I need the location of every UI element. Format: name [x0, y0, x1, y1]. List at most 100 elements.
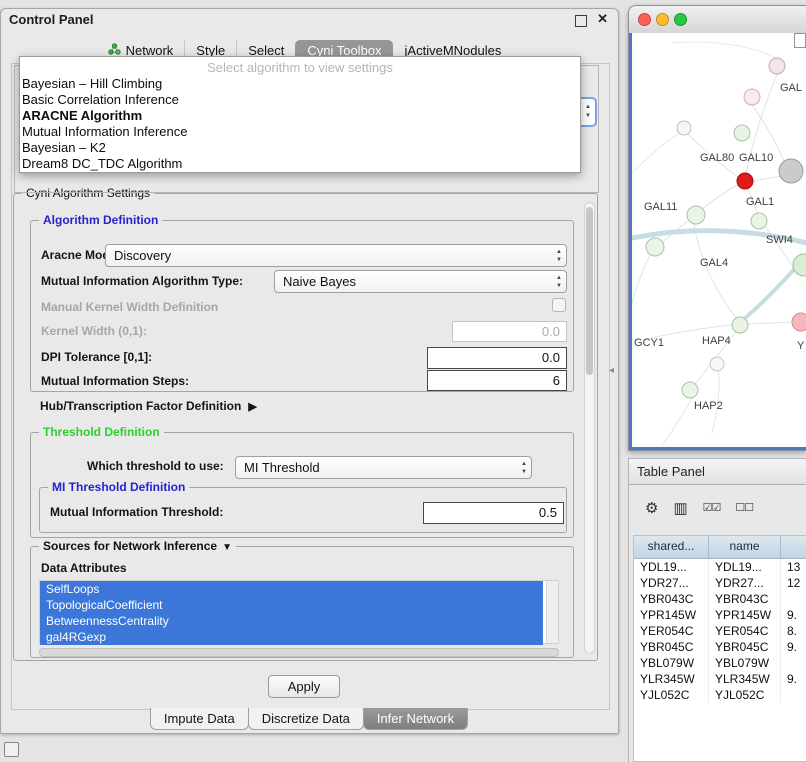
table-cell: YBR045C — [634, 639, 708, 655]
table-row[interactable]: YDR27...YDR27...12 — [634, 575, 806, 591]
table-cell: YPR145W — [708, 607, 780, 623]
attribute-list-item[interactable]: gal4RGexp — [40, 629, 543, 645]
network-edge[interactable] — [662, 398, 692, 445]
network-edge[interactable] — [748, 322, 793, 324]
table-row[interactable]: YBR043CYBR043C — [634, 591, 806, 607]
table-cell — [780, 687, 806, 703]
network-node[interactable] — [710, 357, 724, 371]
which-threshold-select[interactable]: MI Threshold ▲▼ — [235, 456, 532, 479]
node-table: shared...name YDL19...YDL19...13YDR27...… — [633, 535, 806, 762]
network-node-label: GAL10 — [739, 152, 773, 164]
dpi-tolerance-input[interactable]: 0.0 — [427, 347, 567, 369]
attribute-list-scrollbar[interactable] — [546, 581, 558, 643]
splitter-handle-icon[interactable]: ◂ — [609, 365, 614, 376]
network-node[interactable] — [732, 317, 748, 333]
columns-icon[interactable]: ▥ — [673, 501, 687, 516]
stepper-arrows-icon: ▲▼ — [585, 103, 591, 121]
network-edge[interactable] — [632, 255, 650, 303]
network-edge[interactable] — [632, 133, 680, 173]
network-node[interactable] — [682, 382, 698, 398]
network-edge[interactable] — [753, 176, 782, 181]
table-row[interactable]: YLR345WYLR345W9. — [634, 671, 806, 687]
network-node[interactable] — [646, 238, 664, 256]
scrollbar-thumb[interactable] — [586, 207, 593, 375]
attribute-list-item[interactable]: TopologicalCoefficient — [40, 597, 543, 613]
network-edge[interactable] — [702, 185, 738, 209]
aracne-mode-select[interactable]: Discovery ▲▼ — [105, 244, 567, 267]
table-row[interactable]: YDL19...YDL19...13 — [634, 559, 806, 575]
mi-type-value: Naive Bayes — [283, 271, 356, 292]
kernel-width-input[interactable]: 0.0 — [452, 321, 567, 342]
network-node[interactable] — [737, 173, 753, 189]
attribute-list-item[interactable]: BetweennessCentrality — [40, 613, 543, 629]
apply-button[interactable]: Apply — [268, 675, 340, 698]
network-edge[interactable] — [694, 224, 736, 318]
column-header[interactable]: name — [708, 536, 780, 558]
dropdown-item[interactable]: Mutual Information Inference — [20, 124, 580, 140]
dropdown-item[interactable]: Basic Correlation Inference — [20, 92, 580, 108]
bottom-tab-infer-network[interactable]: Infer Network — [363, 708, 468, 730]
mac-close-button[interactable] — [638, 13, 651, 26]
manual-kernel-checkbox[interactable] — [552, 298, 566, 312]
table-row[interactable]: YJL052CYJL052C — [634, 687, 806, 703]
sources-title[interactable]: Sources for Network Inference ▼ — [39, 539, 236, 553]
dropdown-item[interactable]: Bayesian – Hill Climbing — [20, 76, 580, 92]
threshold-definition-title: Threshold Definition — [39, 425, 164, 439]
collapse-arrow-icon[interactable]: ▼ — [222, 542, 232, 553]
network-node[interactable] — [779, 159, 803, 183]
table-cell: YER054C — [634, 623, 708, 639]
table-row[interactable]: YBL079WYBL079W — [634, 655, 806, 671]
mac-zoom-button[interactable] — [674, 13, 687, 26]
table-row[interactable]: YBR045CYBR045C9. — [634, 639, 806, 655]
mac-minimize-button[interactable] — [656, 13, 669, 26]
network-node[interactable] — [734, 125, 750, 141]
sources-title-text: Sources for Network Inference — [43, 539, 217, 553]
deselect-all-icon[interactable]: ☐☐ — [735, 503, 753, 514]
table-row[interactable]: YER054CYER054C8. — [634, 623, 806, 639]
network-node-label: GAL80 — [700, 152, 734, 164]
sources-group: Sources for Network Inference▼ Data Attr… — [30, 546, 574, 658]
table-cell: YPR145W — [634, 607, 708, 623]
bottom-tab-discretize-data[interactable]: Discretize Data — [248, 708, 364, 730]
bottom-tab-impute-data[interactable]: Impute Data — [150, 708, 249, 730]
table-panel-title: Table Panel — [637, 464, 705, 479]
gear-icon[interactable]: ⚙ — [645, 501, 658, 516]
mi-threshold-group: MI Threshold Definition Mutual Informati… — [39, 487, 567, 533]
network-edge[interactable] — [672, 42, 777, 58]
dropdown-item[interactable]: ARACNE Algorithm — [20, 108, 580, 124]
manual-kernel-label: Manual Kernel Width Definition — [41, 300, 218, 314]
network-scrollbar-corner[interactable] — [794, 33, 806, 48]
mi-threshold-label: Mutual Information Threshold: — [50, 505, 223, 519]
settings-scrollbar[interactable] — [584, 202, 595, 654]
select-all-icon[interactable]: ☑☑ — [703, 503, 721, 514]
mi-type-select[interactable]: Naive Bayes ▲▼ — [274, 270, 567, 293]
network-node-label: SWI4 — [766, 234, 793, 246]
network-node[interactable] — [677, 121, 691, 135]
network-node-label: GAL — [780, 82, 802, 94]
network-window-titlebar[interactable] — [629, 6, 806, 34]
expand-arrow-icon[interactable]: ▶ — [248, 401, 256, 413]
table-row[interactable]: YPR145WYPR145W9. — [634, 607, 806, 623]
network-node[interactable] — [751, 213, 767, 229]
column-header[interactable]: shared... — [634, 536, 708, 558]
mi-steps-input[interactable]: 6 — [427, 370, 567, 391]
attribute-list-item[interactable]: SelfLoops — [40, 581, 543, 597]
network-node[interactable] — [793, 254, 806, 276]
network-node[interactable] — [687, 206, 705, 224]
dropdown-item[interactable]: Dream8 DC_TDC Algorithm — [20, 156, 580, 172]
hub-definition-expander[interactable]: Hub/Transcription Factor Definition▶ — [40, 399, 257, 413]
attribute-list-hscrollbar[interactable] — [39, 648, 559, 657]
minimized-panel-icon[interactable] — [4, 742, 19, 757]
float-window-icon[interactable] — [575, 15, 587, 27]
close-icon[interactable]: ✕ — [597, 11, 608, 27]
table-panel-header[interactable]: Table Panel — [628, 458, 806, 485]
network-node[interactable] — [769, 58, 785, 74]
dropdown-item[interactable]: Bayesian – K2 — [20, 140, 580, 156]
mi-threshold-input[interactable]: 0.5 — [423, 502, 564, 524]
table-cell: 12 — [780, 575, 806, 591]
network-node[interactable] — [744, 89, 760, 105]
column-header[interactable] — [780, 536, 806, 558]
threshold-definition-group: Threshold Definition Which threshold to … — [30, 432, 574, 538]
network-node[interactable] — [792, 313, 806, 331]
network-canvas[interactable]: GALGAL80GAL10GAL11GAL1SWI4GAL4GCY1HAP4HA… — [629, 33, 806, 450]
